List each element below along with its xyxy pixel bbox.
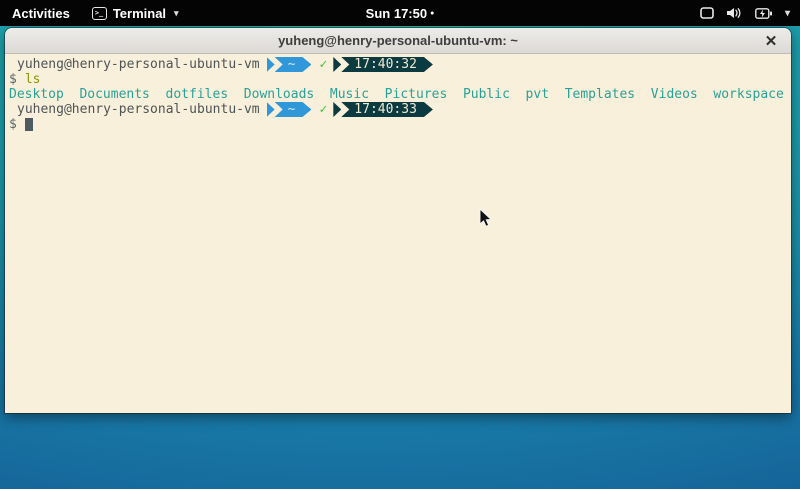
prompt-line-2: yuheng@henry-personal-ubuntu-vm ~ ✓ 17:4… — [9, 102, 787, 117]
close-button[interactable]: ✕ — [759, 28, 783, 54]
check-icon: ✓ — [319, 57, 327, 72]
prompt-path: ~ — [275, 57, 312, 72]
prompt-line-1: yuheng@henry-personal-ubuntu-vm ~ ✓ 17:4… — [9, 57, 787, 72]
chevron-down-icon: ▾ — [785, 8, 790, 19]
prompt-host: yuheng@henry-personal-ubuntu-vm — [9, 57, 260, 72]
app-menu-label: Terminal — [113, 6, 166, 21]
clock-label: Sun 17:50 — [366, 6, 427, 21]
directory-list: Desktop Documents dotfiles Downloads Mus… — [9, 87, 784, 102]
command-line: $ ls — [9, 72, 787, 87]
gnome-top-bar: Activities >_ Terminal ▾ Sun 17:50 ● ▾ — [0, 0, 800, 26]
powerline-time-segment: 17:40:32 — [333, 57, 433, 72]
typed-command: ls — [25, 72, 41, 87]
display-icon — [700, 7, 714, 19]
ls-output-line: Desktop Documents dotfiles Downloads Mus… — [9, 87, 787, 102]
terminal-pane[interactable]: yuheng@henry-personal-ubuntu-vm ~ ✓ 17:4… — [5, 54, 791, 413]
volume-icon — [727, 7, 742, 19]
powerline-arrow-icon — [333, 102, 341, 117]
activities-button[interactable]: Activities — [0, 0, 82, 26]
input-line: $ — [9, 117, 787, 132]
shell-prompt: $ — [9, 72, 17, 87]
desktop: Activities >_ Terminal ▾ Sun 17:50 ● ▾ — [0, 0, 800, 489]
text-cursor — [25, 118, 33, 131]
prompt-time: 17:40:32 — [341, 57, 433, 72]
terminal-window: yuheng@henry-personal-ubuntu-vm: ~ ✕ yuh… — [5, 28, 791, 413]
window-titlebar[interactable]: yuheng@henry-personal-ubuntu-vm: ~ ✕ — [5, 28, 791, 54]
mouse-pointer-icon — [479, 208, 493, 228]
powerline-arrow-icon — [267, 102, 275, 117]
window-title: yuheng@henry-personal-ubuntu-vm: ~ — [5, 33, 791, 48]
powerline-time-segment: 17:40:33 — [333, 102, 433, 117]
shell-prompt: $ — [9, 117, 17, 132]
prompt-path: ~ — [275, 102, 312, 117]
powerline-arrow-icon — [333, 57, 341, 72]
chevron-down-icon: ▾ — [174, 8, 179, 19]
prompt-host: yuheng@henry-personal-ubuntu-vm — [9, 102, 260, 117]
powerline-path-segment: ~ — [267, 57, 312, 72]
terminal-app-icon: >_ — [92, 7, 107, 20]
prompt-time: 17:40:33 — [341, 102, 433, 117]
app-menu-terminal[interactable]: >_ Terminal ▾ — [82, 0, 189, 26]
system-status-area[interactable]: ▾ — [690, 0, 800, 26]
powerline-path-segment: ~ — [267, 102, 312, 117]
battery-charging-icon — [755, 8, 772, 19]
check-icon: ✓ — [319, 102, 327, 117]
notification-dot-icon: ● — [430, 10, 434, 17]
powerline-arrow-icon — [267, 57, 275, 72]
